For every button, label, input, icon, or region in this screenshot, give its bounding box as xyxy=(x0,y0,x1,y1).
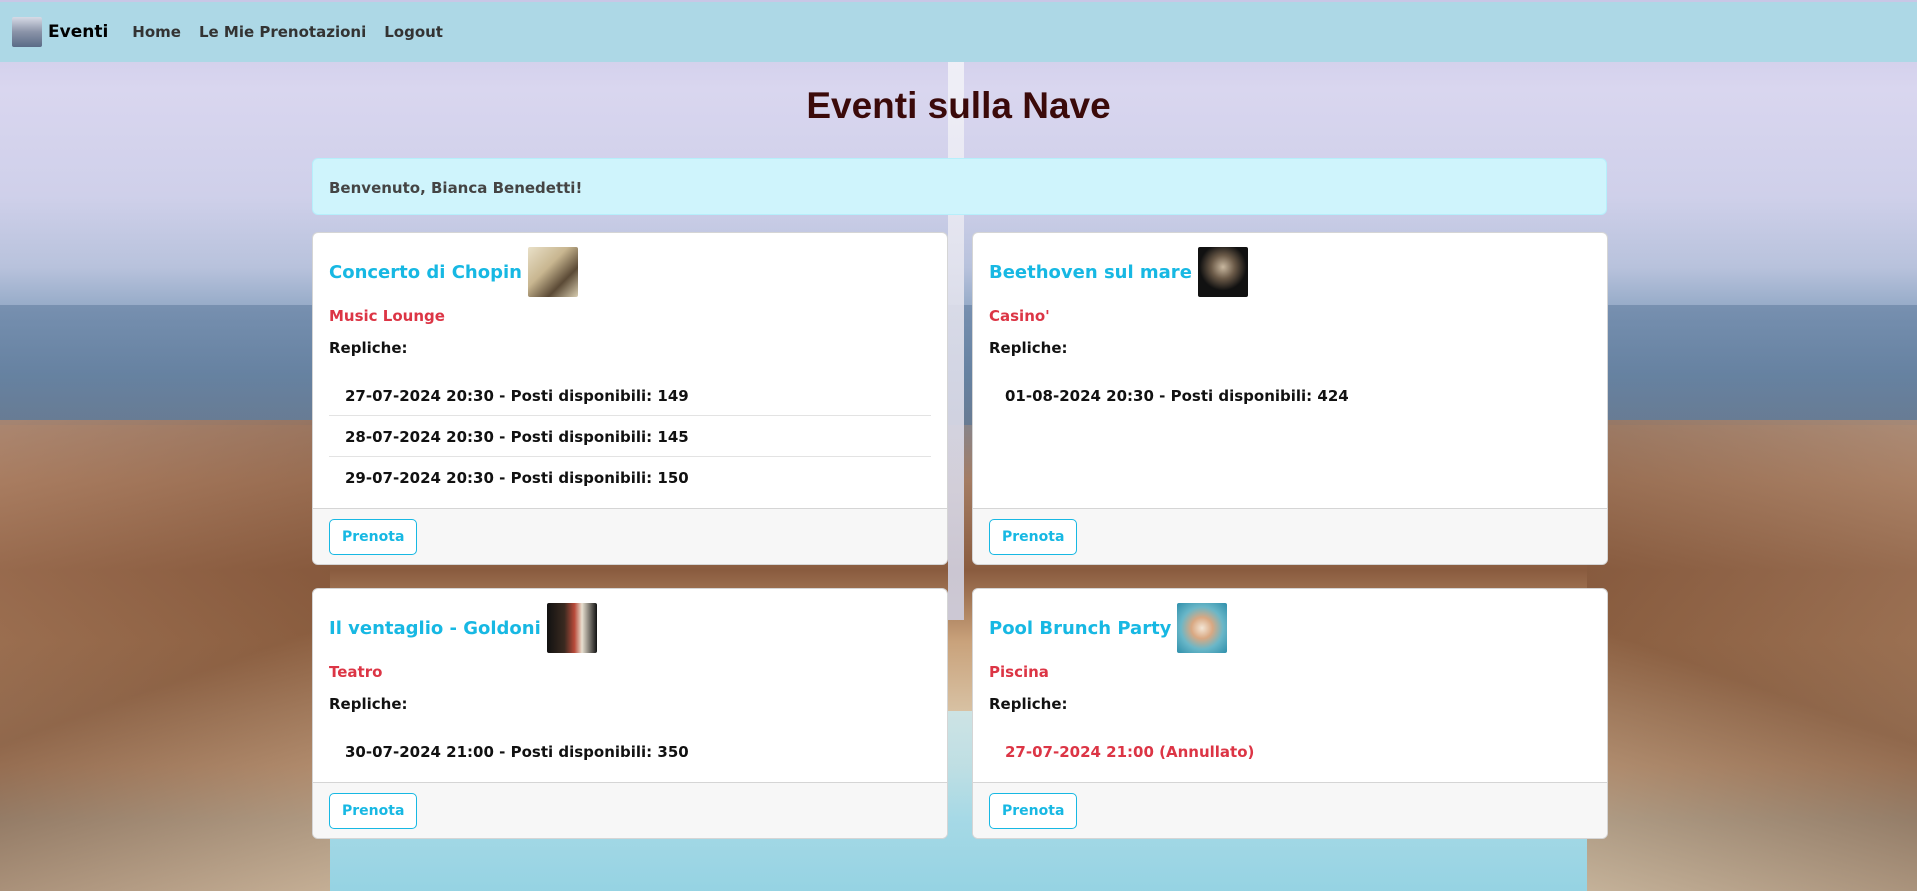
event-venue: Music Lounge xyxy=(329,307,445,325)
event-card: Concerto di Chopin Music Lounge Repliche… xyxy=(312,232,948,565)
book-button[interactable]: Prenota xyxy=(989,519,1078,555)
nav-link-my-bookings[interactable]: Le Mie Prenotazioni xyxy=(199,23,366,41)
event-card-body: Il ventaglio - Goldoni Teatro Repliche: … xyxy=(329,603,931,772)
performance-list: 30-07-2024 21:00 - Posti disponibili: 35… xyxy=(329,731,931,772)
event-thumbnail-image xyxy=(527,247,578,297)
event-title: Beethoven sul mare xyxy=(989,261,1192,283)
repliche-label: Repliche: xyxy=(989,339,1068,357)
event-title: Pool Brunch Party xyxy=(989,617,1172,639)
event-venue: Piscina xyxy=(989,663,1049,681)
event-thumbnail-image xyxy=(546,603,597,653)
event-card: Pool Brunch Party Piscina Repliche: 27-0… xyxy=(972,588,1608,839)
nav-link-home[interactable]: Home xyxy=(132,23,181,41)
event-card-footer: Prenota xyxy=(973,782,1607,838)
performance-item: 28-07-2024 20:30 - Posti disponibili: 14… xyxy=(329,416,931,457)
performance-item: 27-07-2024 20:30 - Posti disponibili: 14… xyxy=(329,375,931,416)
event-title: Concerto di Chopin xyxy=(329,261,522,283)
event-title: Il ventaglio - Goldoni xyxy=(329,617,541,639)
performance-list: 27-07-2024 21:00 (Annullato) xyxy=(989,731,1591,772)
book-button[interactable]: Prenota xyxy=(329,793,418,829)
event-card: Beethoven sul mare Casino' Repliche: 01-… xyxy=(972,232,1608,565)
repliche-label: Repliche: xyxy=(329,339,408,357)
event-card-footer: Prenota xyxy=(313,782,947,838)
performance-item: 01-08-2024 20:30 - Posti disponibili: 42… xyxy=(1005,387,1349,405)
background-mast xyxy=(948,60,964,620)
event-venue: Teatro xyxy=(329,663,383,681)
repliche-label: Repliche: xyxy=(989,695,1068,713)
event-card-body: Concerto di Chopin Music Lounge Repliche… xyxy=(329,247,931,498)
repliche-label: Repliche: xyxy=(329,695,408,713)
navbar-brand[interactable]: Eventi xyxy=(12,17,108,47)
background-deck-left xyxy=(0,420,330,891)
performance-item: 29-07-2024 20:30 - Posti disponibili: 15… xyxy=(345,469,689,487)
performance-item: 30-07-2024 21:00 - Posti disponibili: 35… xyxy=(345,743,689,761)
navbar: Eventi Home Le Mie Prenotazioni Logout xyxy=(0,2,1917,62)
event-thumbnail-image xyxy=(1197,247,1248,297)
event-card-body: Pool Brunch Party Piscina Repliche: 27-0… xyxy=(989,603,1591,772)
welcome-alert: Benvenuto, Bianca Benedetti! xyxy=(312,158,1607,215)
event-card-title-row: Il ventaglio - Goldoni xyxy=(329,603,931,653)
event-venue: Casino' xyxy=(989,307,1050,325)
background-sea xyxy=(0,305,1917,425)
event-thumbnail-image xyxy=(1177,603,1228,653)
book-button[interactable]: Prenota xyxy=(329,519,418,555)
performance-list: 27-07-2024 20:30 - Posti disponibili: 14… xyxy=(329,375,931,498)
brand-text: Eventi xyxy=(48,22,109,42)
nav-link-logout[interactable]: Logout xyxy=(384,23,443,41)
performance-item-cancelled: 27-07-2024 21:00 (Annullato) xyxy=(1005,743,1255,761)
background-deck-right xyxy=(1587,420,1917,891)
background-ship-deck-image xyxy=(0,0,1917,891)
event-card-title-row: Beethoven sul mare xyxy=(989,247,1591,297)
performance-list: 01-08-2024 20:30 - Posti disponibili: 42… xyxy=(989,375,1591,416)
event-card-footer: Prenota xyxy=(313,508,947,564)
page-title: Eventi sulla Nave xyxy=(806,85,1111,126)
event-card-body: Beethoven sul mare Casino' Repliche: 01-… xyxy=(989,247,1591,416)
event-card: Il ventaglio - Goldoni Teatro Repliche: … xyxy=(312,588,948,839)
event-card-title-row: Pool Brunch Party xyxy=(989,603,1591,653)
brand-logo-image xyxy=(12,17,42,47)
book-button[interactable]: Prenota xyxy=(989,793,1078,829)
event-card-footer: Prenota xyxy=(973,508,1607,564)
event-card-title-row: Concerto di Chopin xyxy=(329,247,931,297)
